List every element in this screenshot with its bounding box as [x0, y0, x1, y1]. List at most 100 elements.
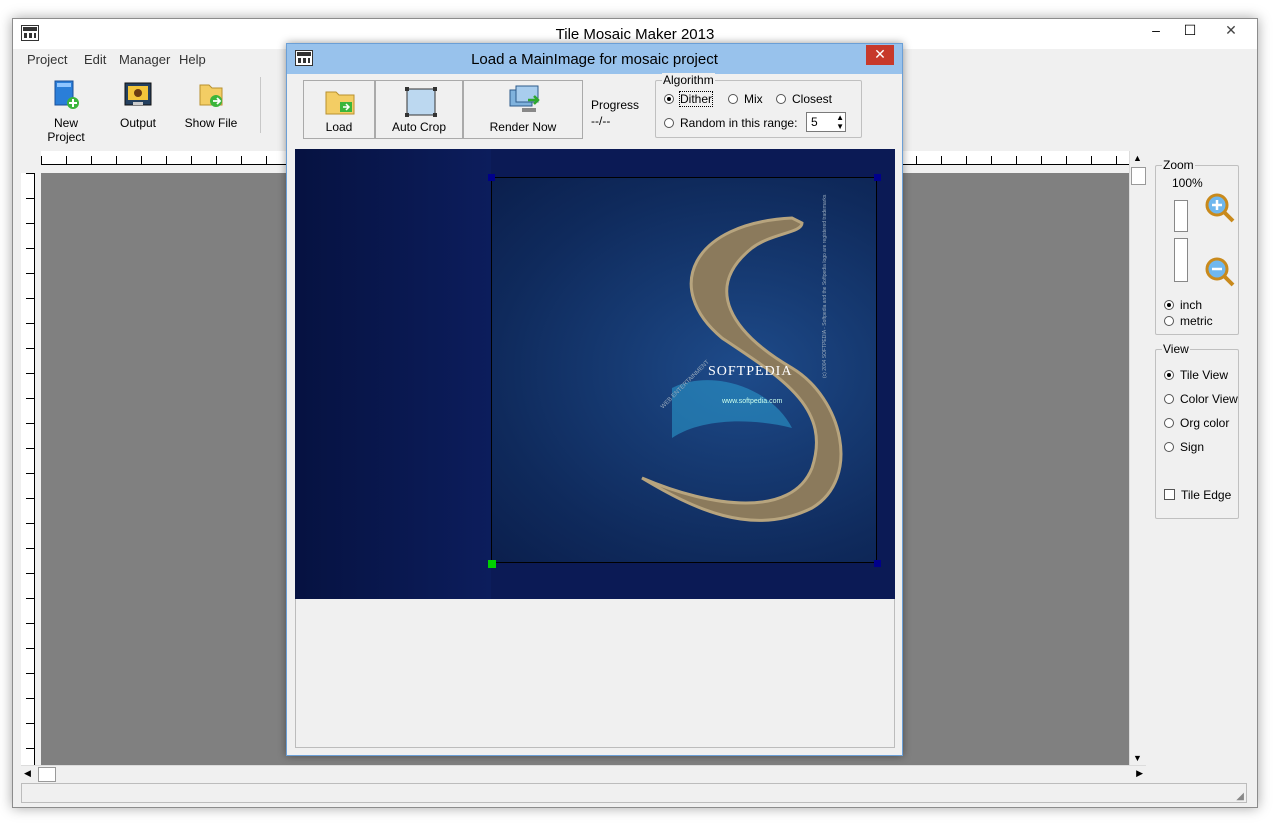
new-project-icon: [54, 80, 79, 109]
crop-handle-top-right[interactable]: [874, 174, 881, 181]
minimize-button[interactable]: –: [1139, 19, 1173, 41]
algorithm-dither-radio[interactable]: Dither: [664, 91, 714, 107]
load-main-image-dialog: Load a MainImage for mosaic project ✕ Lo…: [286, 43, 903, 756]
view-panel-title: View: [1162, 342, 1190, 356]
radio-icon: [1164, 316, 1174, 326]
dialog-title-bar: Load a MainImage for mosaic project ✕: [287, 44, 902, 74]
radio-icon: [1164, 442, 1174, 452]
crop-region[interactable]: SOFTPEDIA www.softpedia.com WEB ENTERTAI…: [491, 177, 877, 563]
unit-inch-label: inch: [1180, 298, 1203, 312]
image-left-margin: [295, 149, 491, 599]
algorithm-closest-radio[interactable]: Closest: [776, 92, 832, 106]
vertical-ruler: [21, 173, 35, 765]
spin-up-icon[interactable]: ▲: [836, 113, 844, 122]
dialog-close-button[interactable]: ✕: [866, 45, 894, 65]
horizontal-scrollbar[interactable]: ◀ ▶: [21, 765, 1146, 782]
algorithm-title: Algorithm: [662, 73, 715, 87]
window-title: Tile Mosaic Maker 2013: [555, 26, 715, 43]
new-project-button[interactable]: New Project: [35, 79, 97, 144]
load-folder-icon: [325, 91, 355, 115]
range-value: 5: [811, 115, 818, 129]
progress-label: Progress: [591, 98, 640, 112]
vertical-scrollbar[interactable]: ▲ ▼: [1129, 151, 1146, 765]
range-spinner[interactable]: 5 ▲ ▼: [806, 112, 846, 132]
zoom-panel: Zoom 100% inch metric: [1155, 158, 1239, 335]
auto-crop-label: Auto Crop: [391, 120, 447, 134]
horizontal-scroll-thumb[interactable]: [38, 767, 56, 782]
radio-icon: [728, 94, 738, 104]
radio-icon: [1164, 418, 1174, 428]
close-button[interactable]: ✕: [1209, 19, 1253, 41]
checkbox-icon: [1164, 489, 1175, 500]
radio-selected-icon: [664, 94, 674, 104]
menu-manager[interactable]: Manager: [119, 52, 170, 67]
view-color-label: Color View: [1180, 392, 1238, 406]
resize-grip-icon[interactable]: ◢: [1236, 791, 1244, 802]
view-tile-radio[interactable]: Tile View: [1164, 368, 1228, 382]
image-url-text: www.softpedia.com: [722, 398, 783, 405]
spin-down-icon[interactable]: ▼: [836, 122, 844, 131]
toolbar-divider: [260, 77, 261, 133]
zoom-panel-title: Zoom: [1162, 158, 1195, 172]
algorithm-dither-label: Dither: [678, 91, 714, 107]
crop-handle-bottom-left[interactable]: [488, 560, 496, 568]
zoom-out-icon[interactable]: [1204, 256, 1236, 288]
image-brand-text: SOFTPEDIA: [708, 364, 793, 379]
tile-edge-checkbox[interactable]: Tile Edge: [1164, 488, 1231, 502]
render-now-label: Render Now: [489, 120, 557, 134]
radio-icon: [664, 118, 674, 128]
zoom-slider-lower[interactable]: [1174, 238, 1188, 282]
image-vertical-note: (c) 2004 SOFTPEDIA - Softpedia and the S…: [822, 194, 828, 378]
algorithm-mix-label: Mix: [744, 92, 763, 106]
render-now-button[interactable]: Render Now: [463, 80, 583, 139]
crop-handle-bottom-right[interactable]: [874, 560, 881, 567]
auto-crop-button[interactable]: Auto Crop: [375, 80, 463, 139]
menu-help[interactable]: Help: [179, 52, 206, 67]
dialog-empty-area: [295, 599, 895, 748]
radio-icon: [1164, 394, 1174, 404]
vertical-scroll-thumb[interactable]: [1131, 167, 1146, 185]
scroll-up-icon[interactable]: ▲: [1133, 153, 1142, 163]
view-sign-label: Sign: [1180, 440, 1205, 454]
render-now-icon: [509, 85, 540, 112]
algorithm-random-radio[interactable]: Random in this range:: [664, 116, 797, 130]
algorithm-group: Algorithm Dither Mix Closest Random in t…: [655, 73, 862, 138]
status-bar: ◢: [21, 783, 1247, 803]
crop-handle-top-left[interactable]: [488, 174, 495, 181]
view-org-color-label: Org color: [1180, 416, 1230, 430]
radio-selected-icon: [1164, 300, 1174, 310]
algorithm-mix-radio[interactable]: Mix: [728, 92, 763, 106]
maximize-button[interactable]: ☐: [1173, 19, 1207, 41]
view-panel: View Tile View Color View Org color Sign…: [1155, 342, 1239, 519]
view-color-radio[interactable]: Color View: [1164, 392, 1238, 406]
load-button[interactable]: Load: [303, 80, 375, 139]
progress-value: --/--: [591, 114, 611, 128]
output-icon: [124, 82, 152, 106]
unit-metric-label: metric: [1180, 314, 1213, 328]
zoom-slider-upper[interactable]: [1174, 200, 1188, 232]
zoom-level: 100%: [1172, 176, 1203, 190]
scroll-down-icon[interactable]: ▼: [1133, 753, 1142, 763]
menu-project[interactable]: Project: [27, 52, 67, 67]
menu-edit[interactable]: Edit: [84, 52, 106, 67]
unit-inch-radio[interactable]: inch: [1164, 298, 1202, 312]
show-file-label: Show File: [184, 116, 238, 130]
view-tile-label: Tile View: [1180, 368, 1229, 382]
view-org-color-radio[interactable]: Org color: [1164, 416, 1229, 430]
new-project-label: New Project: [47, 116, 85, 144]
output-button[interactable]: Output: [115, 79, 161, 130]
island-shape: [641, 216, 843, 522]
algorithm-random-label: Random in this range:: [680, 116, 798, 130]
view-sign-radio[interactable]: Sign: [1164, 440, 1204, 454]
scroll-left-icon[interactable]: ◀: [24, 768, 31, 779]
show-file-button[interactable]: Show File: [183, 79, 239, 130]
main-image-preview[interactable]: SOFTPEDIA www.softpedia.com WEB ENTERTAI…: [295, 149, 895, 599]
auto-crop-icon: [405, 87, 437, 117]
tile-edge-label: Tile Edge: [1181, 488, 1232, 502]
load-label: Load: [325, 120, 353, 134]
unit-metric-radio[interactable]: metric: [1164, 314, 1213, 328]
zoom-in-icon[interactable]: [1204, 192, 1236, 224]
output-label: Output: [119, 116, 157, 130]
scroll-right-icon[interactable]: ▶: [1136, 768, 1143, 779]
dialog-title: Load a MainImage for mosaic project: [471, 51, 718, 68]
